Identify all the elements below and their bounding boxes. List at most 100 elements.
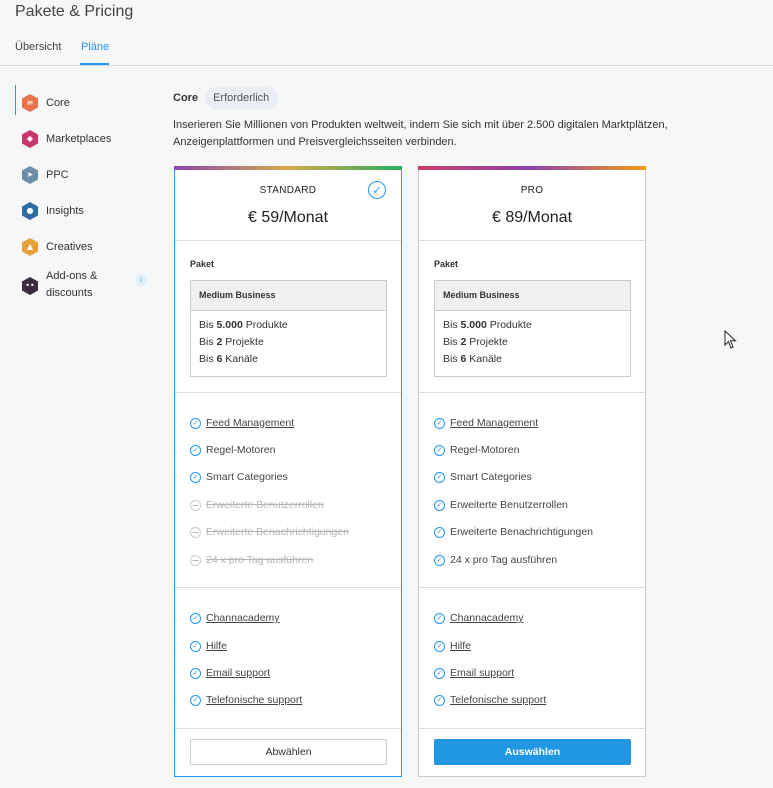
feature-item: ✓ Erweiterte Benutzerrollen — [434, 497, 568, 513]
support-item: ✓ Email support — [190, 665, 270, 681]
feature-item: ✓ Feed Management — [190, 415, 294, 431]
check-icon: ✓ — [190, 499, 201, 511]
sidebar-item-creatives[interactable]: ▲ Creatives — [15, 229, 155, 265]
insights-icon: ● — [22, 202, 38, 220]
feature-item: ✓ Feed Management — [434, 415, 538, 431]
package-products: Bis 5.000 Produkte — [443, 319, 532, 331]
tab-overview[interactable]: Übersicht — [15, 41, 61, 53]
feature-item-disabled: ✓Erweiterte Benachrichtigungen — [190, 524, 349, 540]
check-icon: ✓ — [434, 640, 445, 652]
creatives-icon: ▲ — [22, 238, 38, 256]
feature-item-disabled: ✓Erweiterte Benutzerrollen — [190, 497, 324, 513]
sidebar-item-label: Creatives — [46, 240, 93, 253]
package-projects: Bis 2 Projekte — [199, 336, 264, 348]
package-name: Medium Business — [435, 281, 630, 311]
check-icon: ✓ — [434, 499, 445, 511]
selected-check-icon: ✓ — [368, 181, 386, 199]
page-title: Pakete & Pricing — [15, 3, 134, 20]
feature-item: ✓ Smart Categories — [190, 469, 288, 485]
sidebar-item-addons[interactable]: •• Add-ons & discounts i — [15, 265, 155, 307]
plan-color-stripe — [174, 166, 402, 170]
support-item: ✓ Channacademy — [190, 610, 280, 626]
check-icon: ✓ — [190, 640, 201, 652]
sidebar-item-label: Core — [46, 96, 70, 109]
check-icon: ✓ — [434, 612, 445, 624]
feature-item: ✓ Smart Categories — [434, 469, 532, 485]
check-icon: ✓ — [434, 554, 445, 566]
tab-plans[interactable]: Pläne — [81, 41, 109, 53]
check-icon: ✓ — [190, 526, 201, 538]
check-icon: ✓ — [434, 526, 445, 538]
check-icon: ✓ — [190, 444, 201, 456]
check-icon: ✓ — [190, 694, 201, 706]
check-icon: ✓ — [434, 471, 445, 483]
package-box: Medium Business Bis 5.000 Produkte Bis 2… — [190, 280, 387, 377]
plan-color-stripe — [418, 166, 646, 170]
feature-item: ✓ Erweiterte Benachrichtigungen — [434, 524, 593, 540]
package-channels: Bis 6 Kanäle — [443, 353, 502, 365]
sidebar-item-core[interactable]: ≡ Core — [15, 85, 155, 121]
sidebar-item-label: PPC — [46, 168, 69, 181]
plan-price: € 89/Monat — [491, 209, 573, 226]
sidebar-item-insights[interactable]: ● Insights — [15, 193, 155, 229]
package-name: Medium Business — [191, 281, 386, 311]
tab-bar: Übersicht Pläne — [0, 36, 773, 66]
plan-name: PRO — [520, 185, 544, 196]
sidebar: ≡ Core ◆ Marketplaces ➤ PPC ● Insights ▲… — [15, 85, 155, 307]
package-channels: Bis 6 Kanäle — [199, 353, 258, 365]
ppc-icon: ➤ — [22, 166, 38, 184]
core-description: Inserieren Sie Millionen von Produkten w… — [173, 119, 668, 148]
support-item: ✓ Channacademy — [434, 610, 524, 626]
info-icon[interactable]: i — [135, 274, 147, 286]
check-icon: ✓ — [434, 444, 445, 456]
divider — [175, 240, 401, 241]
core-label: Core — [173, 92, 199, 104]
deselect-button[interactable]: Abwählen — [190, 739, 387, 765]
marketplaces-icon: ◆ — [22, 130, 38, 148]
check-icon: ✓ — [190, 554, 201, 566]
support-item: ✓ Telefonische support — [434, 692, 546, 708]
package-box: Medium Business Bis 5.000 Produkte Bis 2… — [434, 280, 631, 377]
check-icon: ✓ — [434, 667, 445, 679]
package-label: Paket — [434, 259, 459, 269]
check-icon: ✓ — [190, 612, 201, 624]
feature-item: ✓ Regel-Motoren — [190, 442, 275, 458]
core-header: Core Erforderlich — [173, 87, 278, 109]
divider — [419, 392, 645, 393]
divider — [419, 587, 645, 588]
core-icon: ≡ — [22, 94, 38, 112]
package-products: Bis 5.000 Produkte — [199, 319, 288, 331]
divider — [419, 728, 645, 729]
check-icon: ✓ — [190, 417, 201, 429]
check-icon: ✓ — [434, 694, 445, 706]
plan-card-pro: PRO € 89/Monat Paket Medium Business Bis… — [418, 166, 646, 777]
divider — [419, 240, 645, 241]
check-icon: ✓ — [434, 417, 445, 429]
support-item: ✓ Hilfe — [434, 638, 471, 654]
sidebar-item-label: Marketplaces — [46, 132, 112, 145]
support-item: ✓ Telefonische support — [190, 692, 302, 708]
sidebar-item-ppc[interactable]: ➤ PPC — [15, 157, 155, 193]
plan-card-standard: STANDARD ✓ € 59/Monat Paket Medium Busin… — [174, 166, 402, 777]
addons-icon: •• — [22, 277, 38, 295]
divider — [175, 392, 401, 393]
feature-item: ✓ 24 x pro Tag ausführen — [434, 552, 557, 568]
support-item: ✓ Email support — [434, 665, 514, 681]
mouse-cursor-icon — [724, 330, 737, 349]
feature-item-disabled: ✓24 x pro Tag ausführen — [190, 552, 313, 568]
check-icon: ✓ — [190, 667, 201, 679]
support-item: ✓ Hilfe — [190, 638, 227, 654]
feature-item: ✓ Regel-Motoren — [434, 442, 519, 458]
required-badge: Erforderlich — [205, 87, 278, 109]
sidebar-item-label: Add-ons & discounts — [46, 270, 98, 299]
sidebar-item-label: Insights — [46, 204, 84, 217]
active-tab-indicator — [80, 63, 109, 65]
sidebar-item-marketplaces[interactable]: ◆ Marketplaces — [15, 121, 155, 157]
select-button[interactable]: Auswählen — [434, 739, 631, 765]
divider — [175, 587, 401, 588]
package-projects: Bis 2 Projekte — [443, 336, 508, 348]
divider — [175, 728, 401, 729]
check-icon: ✓ — [190, 471, 201, 483]
package-label: Paket — [190, 259, 215, 269]
plan-price: € 59/Monat — [247, 209, 329, 226]
